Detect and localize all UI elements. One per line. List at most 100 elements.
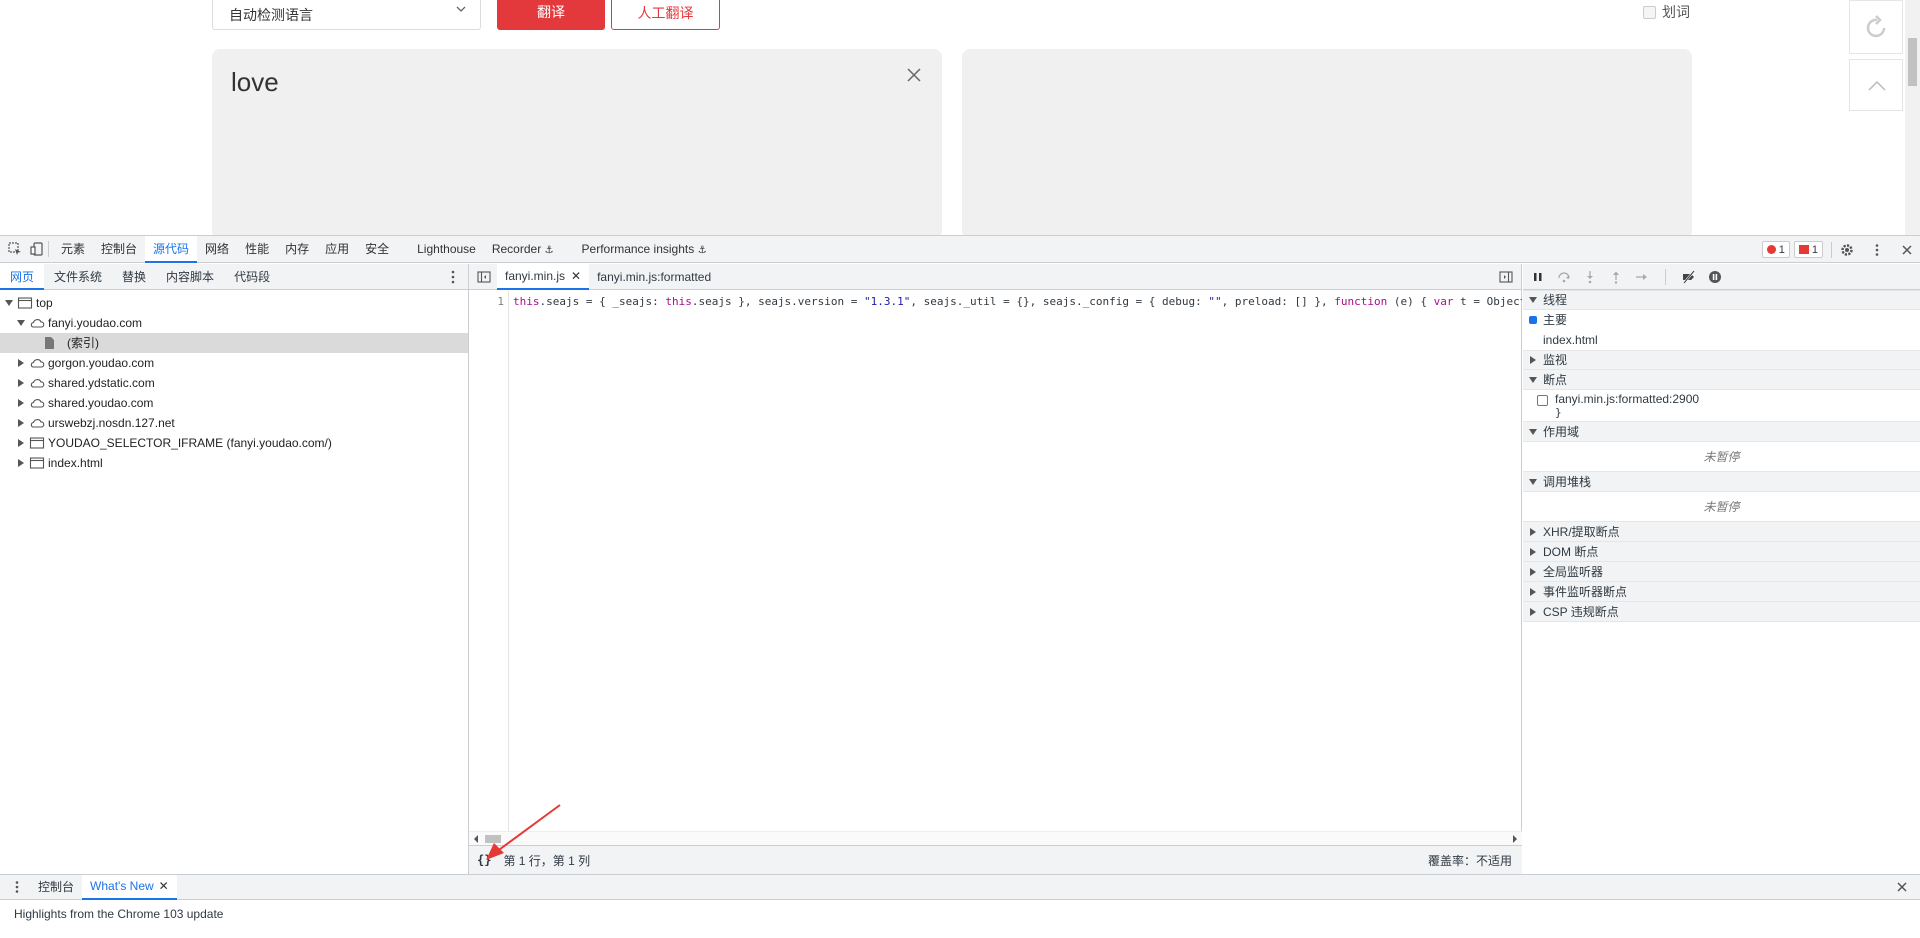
- tab-console[interactable]: 控制台: [93, 236, 145, 263]
- more-options-icon[interactable]: [446, 269, 460, 285]
- huaci-toggle[interactable]: 划词: [1643, 2, 1690, 22]
- section-event-breakpoints[interactable]: 事件监听器断点: [1523, 582, 1920, 602]
- toggle-debugger-icon[interactable]: [1499, 270, 1513, 284]
- scroll-right-icon[interactable]: [1512, 835, 1518, 843]
- triangle-right-icon[interactable]: [16, 358, 26, 368]
- tree-item-index[interactable]: (索引): [0, 333, 468, 353]
- nav-tab-page[interactable]: 网页: [0, 263, 45, 290]
- triangle-right-icon[interactable]: [16, 418, 26, 428]
- code-line[interactable]: this.seajs = { _seajs: this.seajs }, sea…: [513, 295, 1522, 308]
- breakpoint-checkbox[interactable]: [1537, 395, 1548, 406]
- code-token: , preload: [] },: [1221, 295, 1335, 308]
- tab-recorder[interactable]: Recorder ⚓: [484, 236, 562, 263]
- drawer-tab-console[interactable]: 控制台: [30, 875, 82, 900]
- source-text[interactable]: love: [231, 67, 279, 98]
- triangle-down-icon[interactable]: [4, 298, 14, 308]
- nav-tab-filesystem[interactable]: 文件系统: [44, 264, 112, 290]
- step-icon[interactable]: [1635, 270, 1649, 284]
- pause-on-exceptions-icon[interactable]: [1708, 270, 1722, 284]
- close-devtools-icon[interactable]: [1900, 243, 1914, 257]
- code-token: this: [513, 295, 540, 308]
- section-callstack[interactable]: 调用堆栈: [1523, 472, 1920, 492]
- step-over-icon[interactable]: [1557, 270, 1571, 284]
- drawer-menu-icon[interactable]: [10, 880, 24, 894]
- section-breakpoints[interactable]: 断点: [1523, 370, 1920, 390]
- drawer-tab-whats-new[interactable]: What's New ✕: [82, 874, 177, 900]
- tab-network[interactable]: 网络: [197, 236, 237, 263]
- close-tab-icon[interactable]: ✕: [571, 263, 581, 289]
- code-token: , seajs._util = {}, seajs._config = { de…: [910, 295, 1209, 308]
- close-drawer-icon[interactable]: [1894, 879, 1910, 895]
- tab-lighthouse[interactable]: Lighthouse: [409, 236, 484, 263]
- tab-application[interactable]: 应用: [317, 236, 357, 263]
- section-watch[interactable]: 监视: [1523, 350, 1920, 370]
- line-gutter[interactable]: 1: [469, 291, 509, 831]
- tab-memory[interactable]: 内存: [277, 236, 317, 263]
- code-token: (e) {: [1387, 295, 1434, 308]
- triangle-right-icon[interactable]: [16, 438, 26, 448]
- tab-performance[interactable]: 性能: [237, 236, 277, 263]
- issue-icon: [1798, 245, 1809, 254]
- section-scope[interactable]: 作用域: [1523, 422, 1920, 442]
- translate-button[interactable]: 翻译: [497, 0, 605, 30]
- scroll-left-icon[interactable]: [473, 835, 479, 843]
- section-global-listeners[interactable]: 全局监听器: [1523, 562, 1920, 582]
- language-select[interactable]: 自动检测语言: [212, 0, 481, 30]
- tree-item-shared[interactable]: shared.youdao.com: [0, 393, 468, 413]
- tab-sources[interactable]: 源代码: [145, 235, 198, 263]
- thread-main[interactable]: 主要: [1523, 310, 1920, 330]
- device-toolbar-icon[interactable]: [30, 242, 44, 256]
- pretty-print-button[interactable]: {}: [477, 853, 491, 867]
- issue-counter[interactable]: 1: [1793, 241, 1823, 258]
- back-to-top-button[interactable]: [1849, 59, 1903, 111]
- page-scrollbar-thumb[interactable]: [1908, 38, 1917, 86]
- tree-item-selector-iframe[interactable]: YOUDAO_SELECTOR_IFRAME (fanyi.youdao.com…: [0, 433, 468, 453]
- triangle-right-icon[interactable]: [16, 378, 26, 388]
- step-into-icon[interactable]: [1583, 270, 1597, 284]
- source-panel[interactable]: love: [212, 49, 942, 235]
- breakpoint-item[interactable]: fanyi.min.js:formatted:2900 }: [1523, 390, 1920, 422]
- chevron-down-icon: [456, 4, 466, 14]
- deactivate-breakpoints-icon[interactable]: [1682, 269, 1696, 284]
- tree-item-label: shared.ydstatic.com: [48, 376, 155, 390]
- close-tab-icon[interactable]: ✕: [159, 874, 169, 899]
- step-out-icon[interactable]: [1609, 270, 1623, 284]
- triangle-right-icon[interactable]: [16, 398, 26, 408]
- nav-tab-overrides[interactable]: 替换: [112, 264, 156, 290]
- refresh-button[interactable]: [1849, 0, 1903, 54]
- page-scrollbar[interactable]: [1905, 0, 1920, 235]
- huaci-checkbox[interactable]: [1643, 5, 1656, 19]
- editor-tab-fanyi-min[interactable]: fanyi.min.js ✕: [497, 263, 590, 290]
- gear-icon[interactable]: [1840, 243, 1854, 257]
- tree-item-urswebzj[interactable]: urswebzj.nosdn.127.net: [0, 413, 468, 433]
- triangle-down-icon[interactable]: [16, 318, 26, 328]
- nav-tab-snippets[interactable]: 代码段: [224, 264, 280, 290]
- section-xhr-breakpoints[interactable]: XHR/提取断点: [1523, 522, 1920, 542]
- tree-item-top[interactable]: top: [0, 293, 468, 313]
- human-translate-button[interactable]: 人工翻译: [611, 0, 720, 30]
- section-csp-breakpoints[interactable]: CSP 违规断点: [1523, 602, 1920, 622]
- editor-tab-fanyi-formatted[interactable]: fanyi.min.js:formatted: [589, 264, 719, 290]
- section-dom-breakpoints[interactable]: DOM 断点: [1523, 542, 1920, 562]
- section-threads[interactable]: 线程: [1523, 290, 1920, 310]
- error-counter[interactable]: 1: [1761, 241, 1790, 258]
- scrollbar-thumb[interactable]: [485, 835, 501, 843]
- tree-item-ydstatic[interactable]: shared.ydstatic.com: [0, 373, 468, 393]
- close-icon[interactable]: [906, 67, 922, 83]
- tab-performance-insights[interactable]: Performance insights ⚓: [574, 236, 715, 263]
- tree-item-fanyi[interactable]: fanyi.youdao.com: [0, 313, 468, 333]
- more-options-icon[interactable]: [1870, 243, 1884, 257]
- thread-index[interactable]: index.html: [1523, 330, 1920, 350]
- tab-security[interactable]: 安全: [357, 236, 397, 263]
- editor-horizontal-scrollbar[interactable]: [469, 831, 1522, 845]
- pause-icon[interactable]: [1531, 270, 1545, 284]
- inspect-element-icon[interactable]: [8, 242, 22, 256]
- tab-elements[interactable]: 元素: [53, 236, 93, 263]
- triangle-right-icon[interactable]: [16, 458, 26, 468]
- tree-item-gorgon[interactable]: gorgon.youdao.com: [0, 353, 468, 373]
- code-editor[interactable]: 1 this.seajs = { _seajs: this.seajs }, s…: [469, 291, 1522, 831]
- nav-tab-content-scripts[interactable]: 内容脚本: [156, 264, 224, 290]
- drawer-tab-label: What's New: [90, 878, 154, 893]
- tree-item-index-html[interactable]: index.html: [0, 453, 468, 473]
- toggle-navigator-icon[interactable]: [477, 270, 491, 284]
